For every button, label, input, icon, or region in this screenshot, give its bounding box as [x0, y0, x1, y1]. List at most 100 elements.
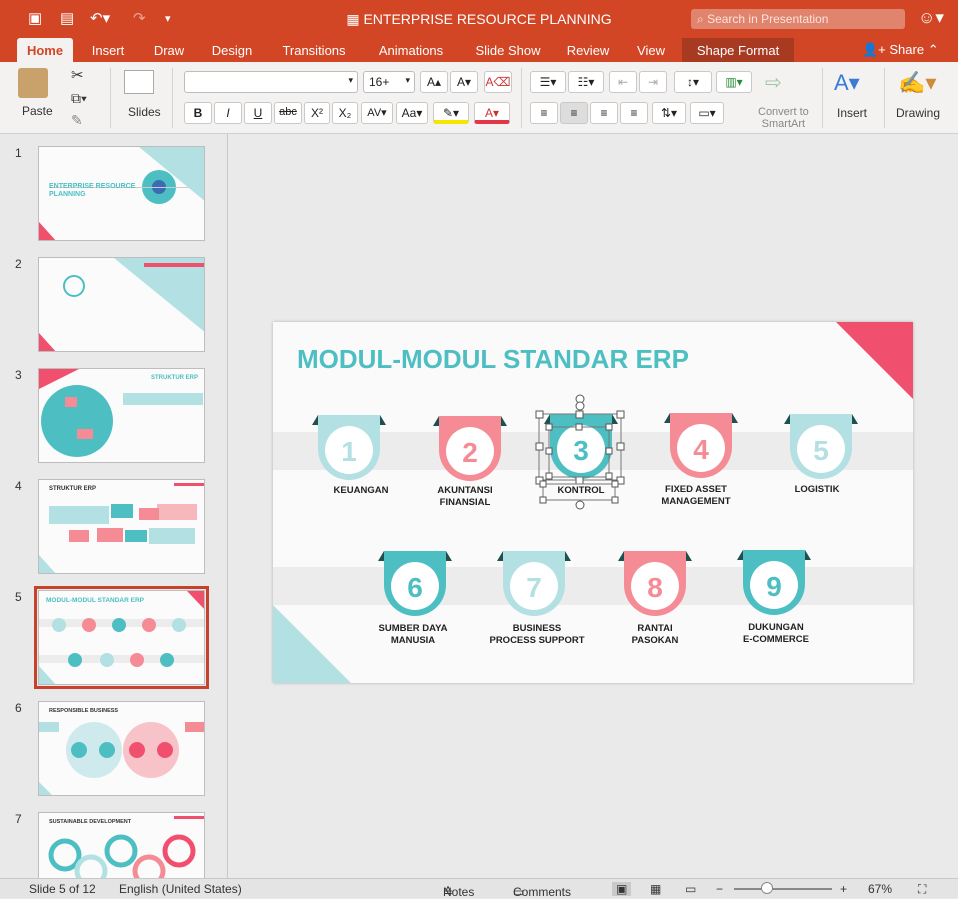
slide-thumbnail-6[interactable]: RESPONSIBLE BUSINESS — [38, 701, 205, 796]
chevron-down-icon: ▾ — [405, 75, 410, 85]
align-center-button[interactable]: ≡ — [560, 102, 588, 124]
smartart-icon: ⇨ — [765, 72, 782, 94]
slides-button[interactable]: Slides — [128, 105, 161, 119]
ribbon-home: Paste ✂ ⧉▾ ✎ Slides ▾ 16+ ▾ A▴ A▾ A⌫ B I … — [0, 62, 958, 134]
slide-indicator: Slide 5 of 12 — [29, 882, 96, 896]
highlight-button[interactable]: ✎▾ — [433, 102, 469, 124]
search-icon: ⌕ — [697, 12, 708, 26]
new-slide-icon[interactable] — [124, 70, 154, 94]
document-icon: ▦ — [346, 11, 364, 27]
format-painter-icon[interactable]: ✎ — [71, 112, 83, 129]
zoom-in-button[interactable]: + — [840, 882, 847, 896]
thumbnail-graphic — [39, 369, 203, 457]
font-color-button[interactable]: A▾ — [474, 102, 510, 124]
drawing-button[interactable]: Drawing — [896, 106, 940, 120]
increase-indent-button[interactable]: ⇥ — [639, 71, 667, 93]
font-size-select[interactable]: 16+ ▾ — [363, 71, 415, 93]
thumbnail-number: 5 — [15, 590, 22, 604]
decrease-font-size-button[interactable]: A▾ — [450, 71, 478, 93]
decrease-indent-button[interactable]: ⇤ — [609, 71, 637, 93]
numbering-button[interactable]: ☷▾ — [568, 71, 604, 93]
subscript-button[interactable]: X₂ — [332, 102, 358, 124]
bold-button[interactable]: B — [184, 102, 212, 124]
slide-thumbnail-2[interactable] — [38, 257, 205, 352]
thumbnail-title: STRUKTUR ERP — [150, 375, 198, 381]
insert-shape-icon[interactable]: A▾ — [834, 70, 860, 96]
align-left-button[interactable]: ≡ — [530, 102, 558, 124]
superscript-button[interactable]: X² — [304, 102, 330, 124]
share-button[interactable]: 👤+ Share ⌃ — [862, 42, 939, 58]
slide-thumbnail-panel[interactable]: 1 ENTERPRISE RESOURCE PLANNING 2 3 STRUK… — [0, 134, 228, 878]
drawing-brush-icon[interactable]: ✍▾ — [898, 70, 936, 96]
columns-button[interactable]: ▥▾ — [716, 71, 752, 93]
normal-view-icon[interactable]: ▣ — [612, 882, 632, 896]
zoom-out-button[interactable]: − — [716, 882, 723, 896]
align-text-button[interactable]: ▭▾ — [690, 102, 724, 124]
tab-view[interactable]: View — [628, 38, 674, 62]
line-spacing-button[interactable]: ↕▾ — [674, 71, 712, 93]
fit-to-window-icon[interactable]: ⛶ — [918, 882, 926, 897]
thumbnail-number: 4 — [15, 479, 22, 493]
thumbnail-graphic — [39, 722, 204, 795]
selection-overlay — [535, 394, 625, 510]
strikethrough-button[interactable]: abc — [274, 102, 302, 124]
insert-button[interactable]: Insert — [837, 106, 867, 120]
underline-button[interactable]: U — [244, 102, 272, 124]
divider — [822, 68, 823, 128]
text-direction-button[interactable]: ⇅▾ — [652, 102, 686, 124]
add-person-icon: 👤+ — [862, 42, 890, 57]
increase-font-size-button[interactable]: A▴ — [420, 71, 448, 93]
justify-button[interactable]: ≡ — [620, 102, 648, 124]
tab-draw[interactable]: Draw — [145, 38, 193, 62]
copy-icon[interactable]: ⧉▾ — [71, 90, 87, 107]
cut-icon[interactable]: ✂ — [71, 66, 84, 84]
zoom-slider-track[interactable] — [734, 888, 832, 890]
clear-formatting-button[interactable]: A⌫ — [484, 71, 512, 93]
divider — [110, 68, 111, 128]
convert-to-smartart-button[interactable]: Convert to SmartArt — [758, 106, 809, 130]
italic-button[interactable]: I — [214, 102, 242, 124]
thumbnail-title: MODUL-MODUL STANDAR ERP — [46, 597, 144, 604]
search-input[interactable]: ⌕ Search in Presentation — [691, 9, 905, 29]
paste-button[interactable]: Paste — [22, 104, 53, 118]
align-right-button[interactable]: ≡ — [590, 102, 618, 124]
tab-slide-show[interactable]: Slide Show — [466, 38, 550, 62]
tab-review[interactable]: Review — [560, 38, 616, 62]
thumbnail-number: 1 — [15, 146, 22, 160]
collapse-ribbon-icon[interactable]: ⌃ — [928, 42, 939, 57]
slide-thumbnail-3[interactable]: STRUKTUR ERP — [38, 368, 205, 463]
slide-thumbnail-1[interactable]: ENTERPRISE RESOURCE PLANNING — [38, 146, 205, 241]
slide-thumbnail-7[interactable]: SUSTAINABLE DEVELOPMENT — [38, 812, 205, 878]
tab-animations[interactable]: Animations — [368, 38, 454, 62]
thumbnail-title: SUSTAINABLE DEVELOPMENT — [49, 819, 132, 825]
character-spacing-button[interactable]: AV▾ — [361, 102, 393, 124]
language-indicator[interactable]: English (United States) — [119, 882, 242, 896]
tab-home[interactable]: Home — [17, 38, 73, 62]
thumbnail-title: ENTERPRISE RESOURCE PLANNING — [49, 183, 136, 198]
divider — [884, 68, 885, 128]
tab-shape-format[interactable]: Shape Format — [682, 38, 794, 62]
divider — [521, 68, 522, 128]
zoom-slider-handle[interactable] — [761, 882, 773, 894]
presenter-view-icon[interactable]: ▭ — [685, 882, 696, 896]
tab-design[interactable]: Design — [203, 38, 261, 62]
paste-icon[interactable] — [18, 68, 48, 98]
thumbnail-graphic — [39, 483, 204, 573]
thumbnail-title: STRUKTUR ERP — [49, 486, 97, 492]
slide-thumbnail-4[interactable]: STRUKTUR ERP — [38, 479, 205, 574]
user-account-icon[interactable]: ☺▾ — [918, 8, 944, 28]
slide-sorter-icon[interactable]: ▦ — [650, 882, 661, 896]
tab-insert[interactable]: Insert — [80, 38, 136, 62]
chevron-down-icon: ▾ — [348, 75, 353, 85]
thumbnail-number: 3 — [15, 368, 22, 382]
change-case-button[interactable]: Aa▾ — [396, 102, 428, 124]
thumbnail-number: 6 — [15, 701, 22, 715]
zoom-level[interactable]: 67% — [868, 882, 892, 896]
divider — [172, 68, 173, 128]
font-name-select[interactable]: ▾ — [184, 71, 358, 93]
thumbnail-graphic — [39, 591, 204, 684]
slide-canvas[interactable]: MODUL-MODUL STANDAR ERP 1 KEUANGAN 2 AKUNTA… — [273, 322, 913, 683]
tab-transitions[interactable]: Transitions — [273, 38, 355, 62]
slide-thumbnail-5[interactable]: MODUL-MODUL STANDAR ERP — [34, 586, 209, 689]
bullets-button[interactable]: ☰▾ — [530, 71, 566, 93]
